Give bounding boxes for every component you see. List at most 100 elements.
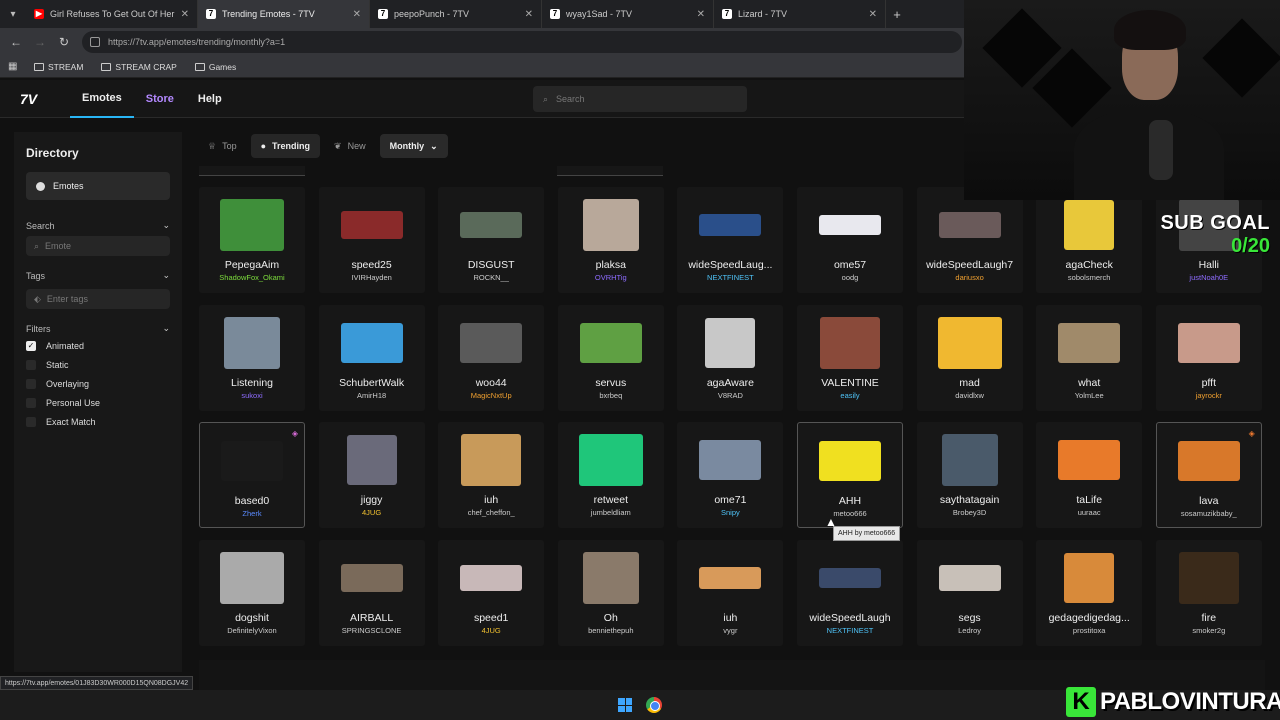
browser-tab[interactable]: 7 Lizard - 7TV ✕ bbox=[714, 0, 886, 28]
emote-owner[interactable]: YolmLee bbox=[1036, 391, 1142, 400]
emote-card[interactable]: speed25 IVIRHayden bbox=[318, 187, 425, 293]
emote-card[interactable]: servus bxrbeq bbox=[557, 304, 664, 411]
emote-card[interactable]: dogshit DefinitelyVixon bbox=[199, 539, 305, 646]
directory-item-emotes[interactable]: Emotes bbox=[26, 172, 170, 200]
emote-card[interactable]: lava sosamuzikbaby_ ◈ bbox=[1155, 422, 1262, 528]
emote-owner[interactable]: 4JUG bbox=[319, 508, 425, 517]
bookmark-stream-crap[interactable]: STREAM CRAP bbox=[95, 62, 182, 72]
filter-checkbox-row[interactable]: Exact Match bbox=[26, 412, 170, 431]
emote-owner[interactable]: chef_cheffon_ bbox=[438, 508, 544, 517]
filter-checkbox-row[interactable]: ✓ Animated bbox=[26, 336, 170, 355]
emote-owner[interactable]: Brobey3D bbox=[917, 508, 1023, 517]
emote-owner[interactable]: Snipy bbox=[677, 508, 783, 517]
emote-card[interactable]: SchubertWalk AmirH18 bbox=[318, 304, 425, 411]
emote-card[interactable]: iuh chef_cheffon_ bbox=[438, 422, 545, 528]
checkbox[interactable] bbox=[26, 397, 36, 408]
nav-store[interactable]: Store bbox=[134, 80, 186, 118]
emote-card[interactable]: DISGUST ROCKN__ bbox=[438, 187, 545, 293]
forward-icon[interactable]: → bbox=[30, 35, 50, 49]
emote-card[interactable]: agaCheck sobolsmerch bbox=[1036, 187, 1143, 293]
checkbox[interactable] bbox=[26, 416, 36, 427]
bookmark-stream[interactable]: STREAM bbox=[28, 62, 89, 72]
emote-owner[interactable]: ROCKN__ bbox=[438, 273, 544, 282]
checkbox[interactable] bbox=[26, 378, 36, 389]
emote-owner[interactable]: justNoah0E bbox=[1156, 273, 1262, 282]
emote-owner[interactable]: ShadowFox_Okami bbox=[199, 273, 305, 282]
new-tab-button[interactable]: + bbox=[886, 7, 908, 22]
emote-owner[interactable]: AmirH18 bbox=[319, 391, 425, 400]
emote-owner[interactable]: smoker2g bbox=[1156, 626, 1262, 635]
emote-owner[interactable]: sosamuzikbaby_ bbox=[1157, 509, 1261, 518]
emote-card[interactable]: gedagedigedag... prostitoxa bbox=[1036, 539, 1143, 646]
nav-help[interactable]: Help bbox=[186, 80, 234, 118]
emote-card[interactable]: jiggy 4JUG bbox=[318, 422, 425, 528]
emote-owner[interactable]: bxrbeq bbox=[558, 391, 664, 400]
emote-owner[interactable]: DefinitelyVixon bbox=[199, 626, 305, 635]
emote-owner[interactable]: Ledroy bbox=[917, 626, 1023, 635]
emote-owner[interactable]: sobolsmerch bbox=[1036, 273, 1142, 282]
emote-card[interactable]: VALENTINE easily bbox=[797, 304, 903, 411]
reload-icon[interactable]: ↻ bbox=[54, 35, 74, 49]
emote-card[interactable]: wideSpeedLaug... NEXTFINEST bbox=[677, 187, 784, 293]
emote-owner[interactable]: jumbeldliam bbox=[558, 508, 664, 517]
filter-checkbox-row[interactable]: Personal Use bbox=[26, 393, 170, 412]
windows-start-icon[interactable] bbox=[618, 698, 632, 712]
close-tab-icon[interactable]: ✕ bbox=[525, 9, 533, 20]
filters-section-header[interactable]: Filters ⌄ bbox=[26, 323, 170, 334]
emote-owner[interactable]: NEXTFINEST bbox=[797, 626, 903, 635]
emote-owner[interactable]: benniethepuh bbox=[558, 626, 664, 635]
tags-section-header[interactable]: Tags ⌄ bbox=[26, 270, 170, 281]
tags-input[interactable]: ⬖ Enter tags bbox=[26, 289, 170, 309]
close-tab-icon[interactable]: ✕ bbox=[697, 9, 705, 20]
search-section-header[interactable]: Search ⌄ bbox=[26, 220, 170, 231]
tab-search-icon[interactable]: ▾ bbox=[0, 9, 26, 20]
close-tab-icon[interactable]: ✕ bbox=[181, 9, 189, 20]
tab-new[interactable]: ❦ New bbox=[324, 134, 376, 158]
emote-card[interactable]: PepegaAim ShadowFox_Okami bbox=[199, 187, 305, 293]
checkbox[interactable] bbox=[26, 359, 36, 370]
emote-card[interactable]: retweet jumbeldliam bbox=[557, 422, 664, 528]
emote-owner[interactable]: OVRHTig bbox=[558, 273, 664, 282]
emote-card[interactable]: based0 Zherk ◈ bbox=[199, 422, 305, 528]
emote-card[interactable]: wideSpeedLaugh7 dariusxo bbox=[916, 187, 1023, 293]
emote-card[interactable]: iuh vygr bbox=[677, 539, 784, 646]
emote-owner[interactable]: sukoxi bbox=[199, 391, 305, 400]
emote-owner[interactable]: davidlxw bbox=[917, 391, 1023, 400]
7tv-logo[interactable]: 7V bbox=[20, 91, 40, 107]
tab-top[interactable]: ♕ Top bbox=[198, 134, 247, 158]
emote-card[interactable]: segs Ledroy bbox=[916, 539, 1023, 646]
site-search-input[interactable]: ⌕ Search bbox=[533, 86, 747, 112]
browser-tab[interactable]: 7 wyay1Sad - 7TV ✕ bbox=[542, 0, 714, 28]
emote-card[interactable]: ome71 Snipy bbox=[677, 422, 784, 528]
emote-card[interactable]: wideSpeedLaugh NEXTFINEST bbox=[797, 539, 903, 646]
emote-card[interactable]: pfft jayrockr bbox=[1155, 304, 1262, 411]
emote-owner[interactable]: prostitoxa bbox=[1036, 626, 1142, 635]
emote-card[interactable]: woo44 MagicNxtUp bbox=[438, 304, 545, 411]
nav-emotes[interactable]: Emotes bbox=[70, 80, 134, 118]
emote-owner[interactable]: vygr bbox=[677, 626, 783, 635]
emote-card[interactable]: Listening sukoxi bbox=[199, 304, 305, 411]
emote-owner[interactable]: NEXTFINEST bbox=[677, 273, 783, 282]
emote-card[interactable]: plaksa OVRHTig bbox=[557, 187, 664, 293]
emote-owner[interactable]: metoo666 bbox=[798, 509, 902, 518]
browser-tab[interactable]: 7 peepoPunch - 7TV ✕ bbox=[370, 0, 542, 28]
emote-owner[interactable]: easily bbox=[797, 391, 903, 400]
apps-grid-icon[interactable]: ▦ bbox=[8, 61, 22, 72]
emote-card[interactable]: fire smoker2g bbox=[1155, 539, 1262, 646]
emote-owner[interactable]: jayrockr bbox=[1156, 391, 1262, 400]
browser-tab[interactable]: ▶ Girl Refuses To Get Out Of Her ✕ bbox=[26, 0, 198, 28]
bookmark-games[interactable]: Games bbox=[189, 62, 242, 72]
emote-owner[interactable]: Zherk bbox=[200, 509, 304, 518]
emote-owner[interactable]: IVIRHayden bbox=[319, 273, 425, 282]
site-info-icon[interactable] bbox=[90, 37, 100, 47]
close-tab-icon[interactable]: ✕ bbox=[869, 9, 877, 20]
emote-search-input[interactable]: ⌕ Emote bbox=[26, 236, 170, 256]
emote-owner[interactable]: 4JUG bbox=[438, 626, 544, 635]
emote-owner[interactable]: dariusxo bbox=[917, 273, 1023, 282]
emote-card[interactable]: ome57 oodg bbox=[797, 187, 903, 293]
emote-card[interactable]: saythatagain Brobey3D bbox=[916, 422, 1023, 528]
emote-owner[interactable]: uuraac bbox=[1036, 508, 1142, 517]
filter-checkbox-row[interactable]: Overlaying bbox=[26, 374, 170, 393]
browser-tab[interactable]: 7 Trending Emotes - 7TV ✕ bbox=[198, 0, 370, 28]
emote-card[interactable]: agaAware V8RAD bbox=[677, 304, 784, 411]
